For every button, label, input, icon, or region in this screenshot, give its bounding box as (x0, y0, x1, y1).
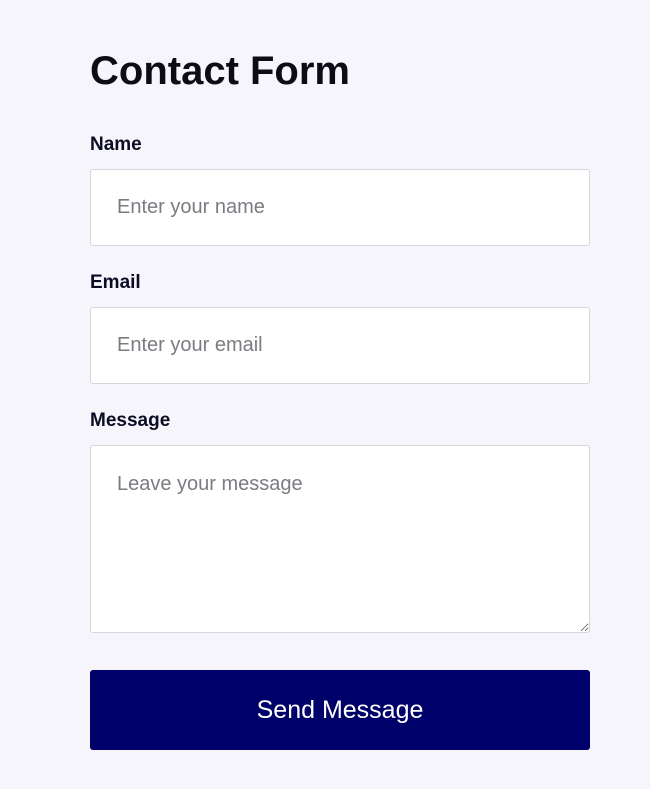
name-label: Name (90, 134, 142, 155)
message-label: Message (90, 410, 171, 431)
name-input[interactable] (90, 169, 590, 246)
email-input[interactable] (90, 307, 590, 384)
email-label: Email (90, 272, 141, 293)
page-title: Contact Form (90, 49, 350, 93)
send-message-button[interactable]: Send Message (90, 670, 590, 750)
message-textarea[interactable] (90, 445, 590, 633)
